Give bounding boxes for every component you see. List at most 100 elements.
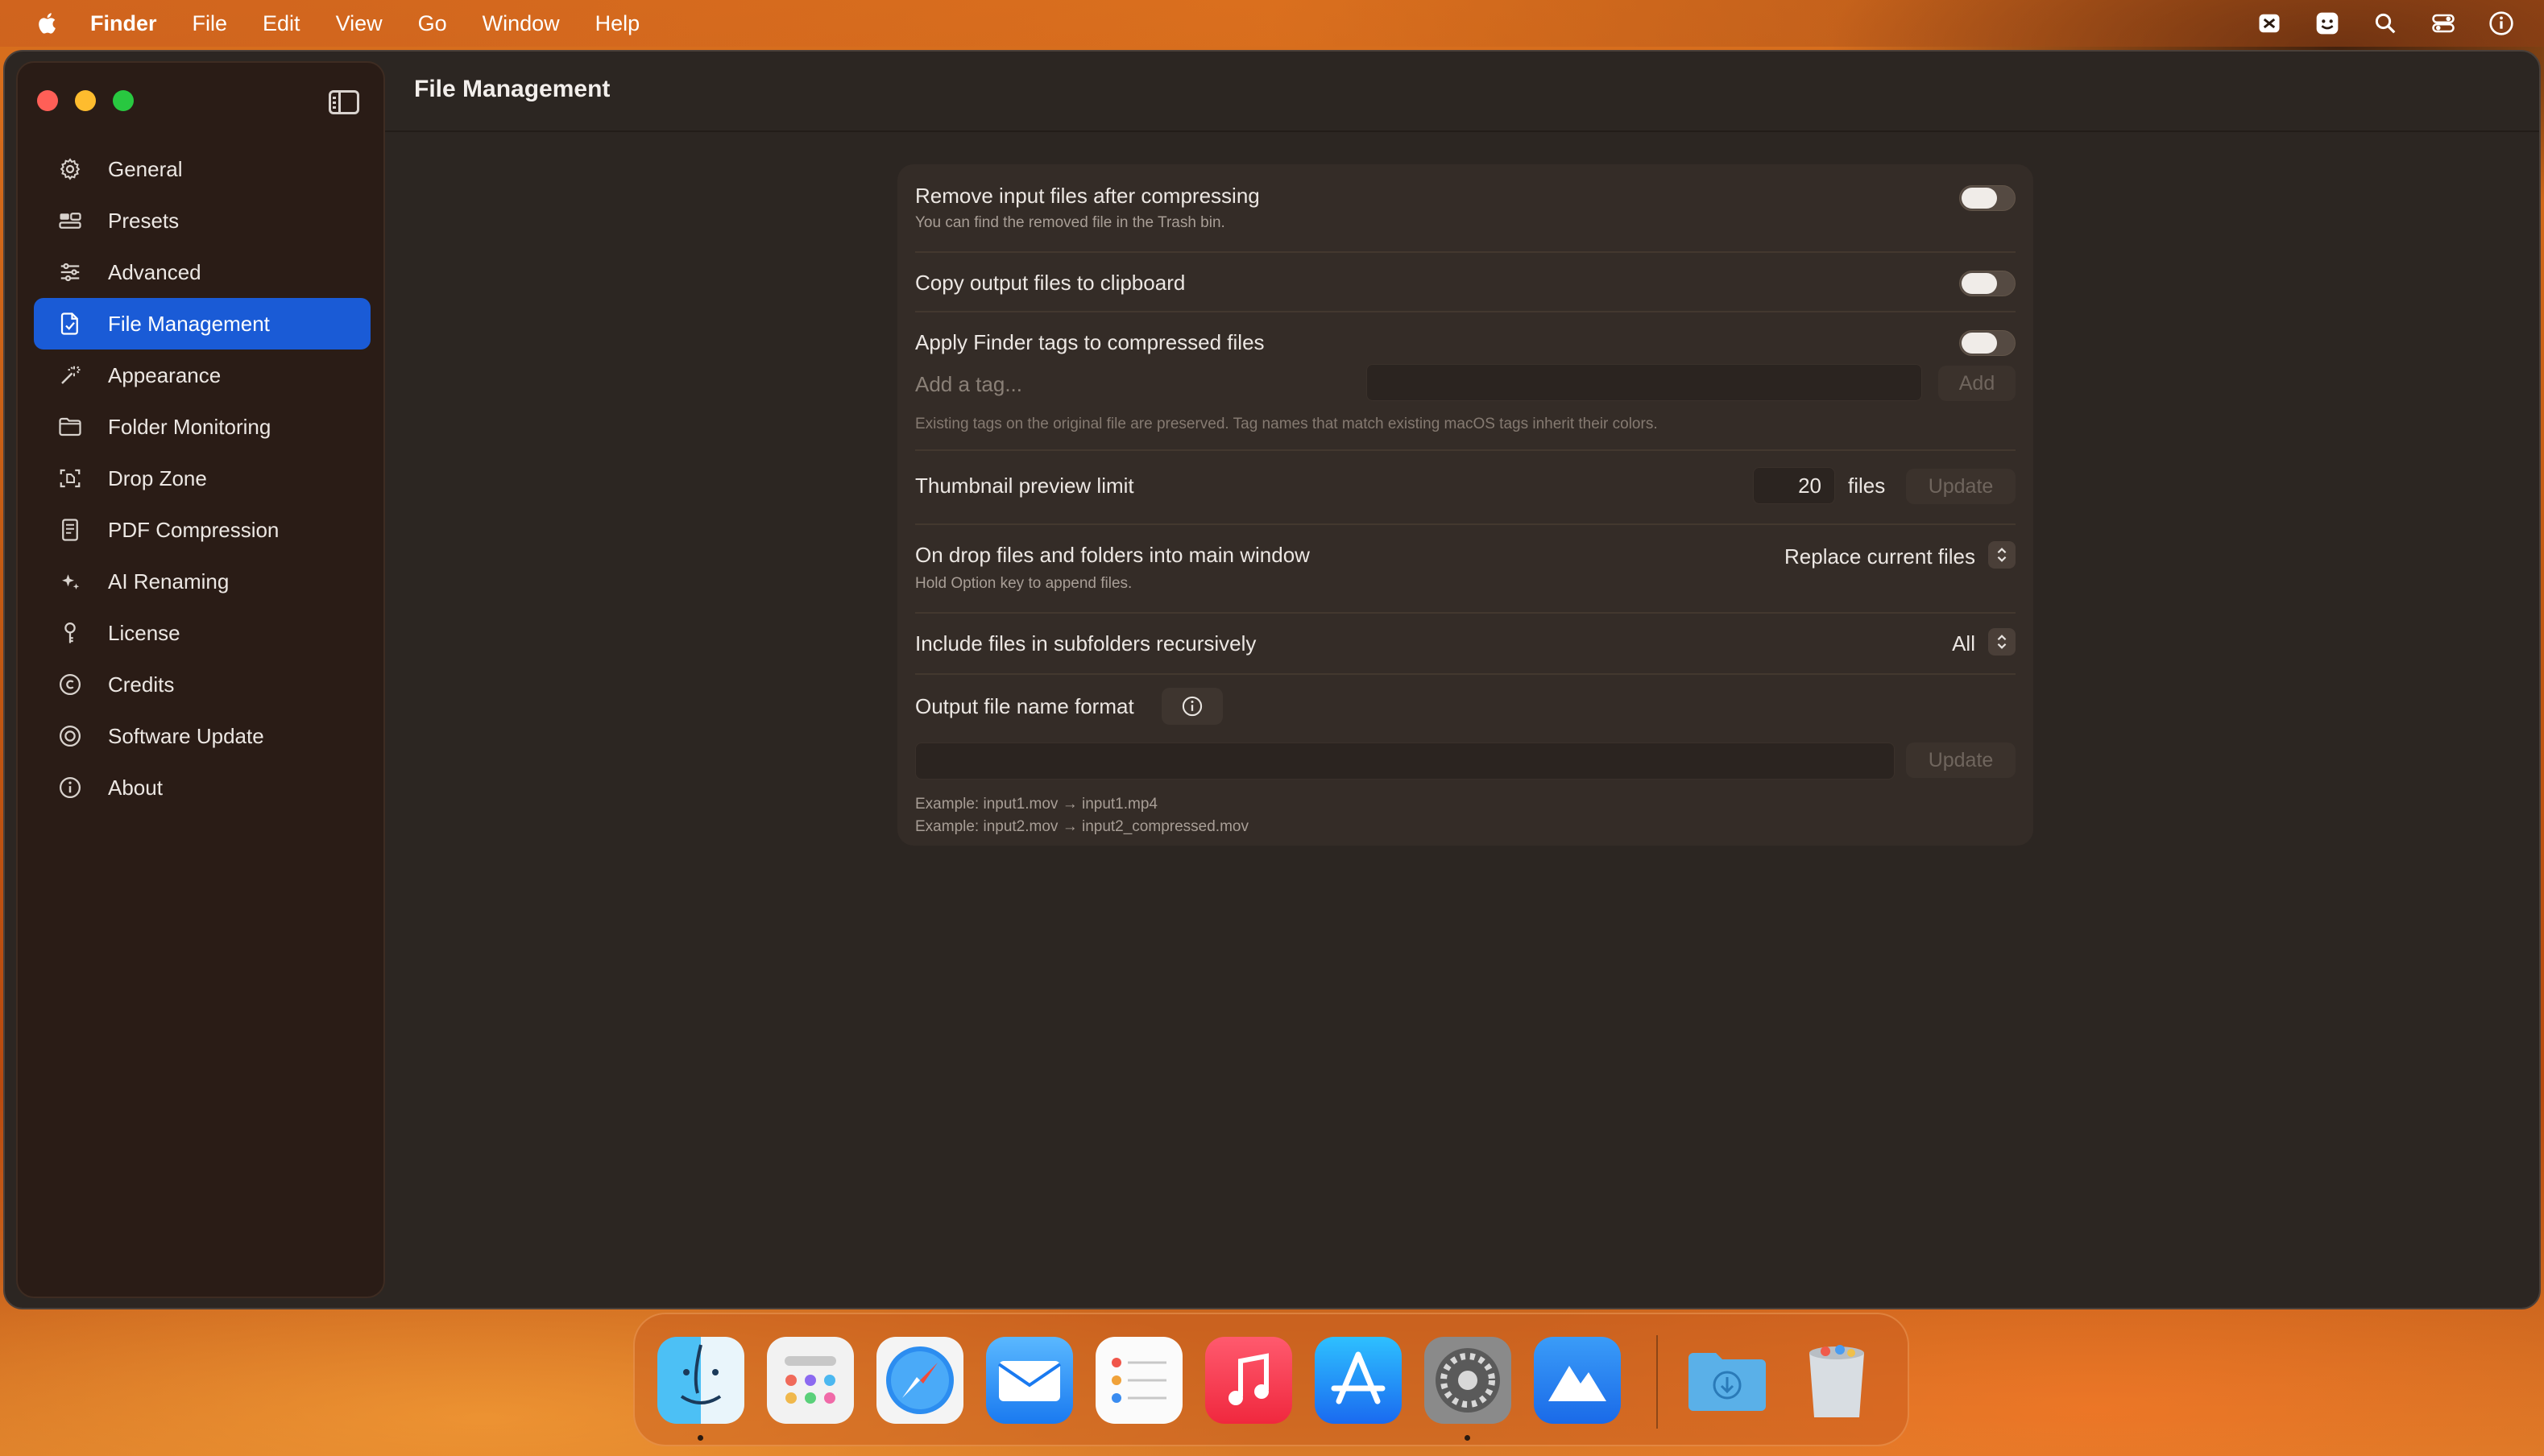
reminders-icon[interactable] <box>1096 1337 1183 1424</box>
page-title: File Management <box>414 76 611 102</box>
thumbnail-unit: files <box>1848 474 1886 498</box>
settings-window: General Presets Advanced File Management… <box>3 50 2541 1309</box>
chevron-up-down-icon[interactable] <box>1988 541 2016 569</box>
thumbnail-limit-input[interactable]: 20 <box>1753 467 1835 504</box>
sidebar-item-label: PDF Compression <box>108 517 280 542</box>
safari-icon[interactable] <box>876 1337 963 1424</box>
setting-thumbnail-limit: Thumbnail preview limit 20 files Update <box>915 464 2016 509</box>
running-indicator <box>698 1435 703 1441</box>
setting-on-drop: On drop files and folders into main wind… <box>915 540 2016 596</box>
status-app-icon[interactable] <box>2254 8 2285 39</box>
control-center-icon[interactable] <box>2428 8 2459 39</box>
downloads-folder-icon[interactable] <box>1684 1337 1771 1424</box>
setting-label: Copy output files to clipboard <box>915 271 1186 295</box>
sidebar-item-label: AI Renaming <box>108 569 230 594</box>
sidebar: General Presets Advanced File Management… <box>16 61 385 1298</box>
sidebar-item-label: License <box>108 620 180 645</box>
compressor-app-icon[interactable] <box>1534 1337 1621 1424</box>
gear-icon <box>56 155 84 183</box>
music-icon[interactable] <box>1205 1337 1292 1424</box>
sidebar-item-label: Credits <box>108 672 175 697</box>
add-tag-button[interactable]: Add <box>1938 366 2016 401</box>
apple-icon[interactable] <box>31 6 66 41</box>
system-settings-icon[interactable] <box>1424 1337 1511 1424</box>
sidebar-item-label: About <box>108 775 163 800</box>
tag-note: Existing tags on the original file are p… <box>915 416 1658 432</box>
sidebar-item-file-management[interactable]: File Management <box>34 298 371 350</box>
sidebar-item-folder-monitoring[interactable]: Folder Monitoring <box>34 401 371 453</box>
output-format-update-button[interactable]: Update <box>1906 742 2016 778</box>
setting-label: Include files in subfolders recursively <box>915 631 1257 656</box>
sidebar-item-advanced[interactable]: Advanced <box>34 246 371 298</box>
thumbnail-update-button[interactable]: Update <box>1906 469 2016 504</box>
app-store-icon[interactable] <box>1315 1337 1402 1424</box>
output-format-input[interactable] <box>915 742 1895 780</box>
setting-subfolders: Include files in subfolders recursively … <box>915 628 2016 660</box>
minimize-button[interactable] <box>75 90 96 111</box>
output-format-example-2: Example: input2.mov → input2_compressed.… <box>915 818 1249 835</box>
divider <box>915 523 2016 525</box>
magic-wand-icon <box>56 362 84 389</box>
sidebar-item-general[interactable]: General <box>34 143 371 195</box>
file-management-icon <box>56 310 84 337</box>
menu-app-name[interactable]: Finder <box>90 11 157 36</box>
sidebar-item-ai-renaming[interactable]: AI Renaming <box>34 556 371 607</box>
tag-input[interactable] <box>1366 364 1922 401</box>
menu-help[interactable]: Help <box>595 11 640 36</box>
running-indicator <box>1465 1435 1470 1441</box>
setting-label: Apply Finder tags to compressed files <box>915 330 1265 354</box>
menu-go[interactable]: Go <box>418 11 447 36</box>
trash-icon[interactable] <box>1793 1337 1880 1424</box>
sidebar-item-label: File Management <box>108 311 270 336</box>
sidebar-item-about[interactable]: About <box>34 762 371 813</box>
copy-clipboard-toggle[interactable] <box>1959 271 2016 296</box>
info-icon[interactable] <box>1162 688 1223 725</box>
zoom-button[interactable] <box>113 90 134 111</box>
divider <box>915 449 2016 451</box>
presets-icon <box>56 207 84 234</box>
menu-window[interactable]: Window <box>483 11 560 36</box>
sidebar-item-appearance[interactable]: Appearance <box>34 350 371 401</box>
setting-description: Hold Option key to append files. <box>915 575 1133 592</box>
setting-description: You can find the removed file in the Tra… <box>915 214 1225 231</box>
spotlight-search-icon[interactable] <box>2370 8 2401 39</box>
menu-file[interactable]: File <box>193 11 228 36</box>
sidebar-toggle-icon[interactable] <box>329 90 359 114</box>
finder-tags-toggle[interactable] <box>1959 330 2016 356</box>
setting-remove-input: Remove input files after compressing You… <box>915 180 2016 237</box>
setting-output-format: Output file name format Update Example: … <box>915 688 2016 835</box>
key-icon <box>56 619 84 647</box>
mail-icon[interactable] <box>986 1337 1073 1424</box>
launchpad-icon[interactable] <box>767 1337 854 1424</box>
close-button[interactable] <box>37 90 58 111</box>
sidebar-item-credits[interactable]: Credits <box>34 659 371 710</box>
dock <box>633 1313 1909 1446</box>
finder-icon[interactable] <box>657 1337 744 1424</box>
info-status-icon[interactable] <box>2486 8 2517 39</box>
sidebar-item-label: Appearance <box>108 362 222 387</box>
sidebar-item-pdf-compression[interactable]: PDF Compression <box>34 504 371 556</box>
window-controls <box>37 90 134 111</box>
on-drop-popup-value[interactable]: Replace current files <box>1784 544 1975 569</box>
copyright-icon <box>56 671 84 698</box>
subfolders-popup-value[interactable]: All <box>1952 631 1975 656</box>
divider <box>915 251 2016 253</box>
status-compressor-icon[interactable] <box>2312 8 2343 39</box>
sidebar-item-license[interactable]: License <box>34 607 371 659</box>
drop-zone-icon <box>56 465 84 492</box>
sliders-icon <box>56 259 84 286</box>
sidebar-item-presets[interactable]: Presets <box>34 195 371 246</box>
chevron-up-down-icon[interactable] <box>1988 628 2016 656</box>
sidebar-item-label: General <box>108 156 183 181</box>
tag-input-placeholder[interactable]: Add a tag... <box>915 372 1022 397</box>
divider <box>915 311 2016 312</box>
menu-edit[interactable]: Edit <box>263 11 300 36</box>
sidebar-item-label: Folder Monitoring <box>108 414 271 439</box>
sidebar-item-software-update[interactable]: Software Update <box>34 710 371 762</box>
menu-view[interactable]: View <box>336 11 383 36</box>
remove-input-toggle[interactable] <box>1959 185 2016 211</box>
sidebar-item-label: Software Update <box>108 723 264 748</box>
document-icon <box>56 516 84 544</box>
sidebar-item-drop-zone[interactable]: Drop Zone <box>34 453 371 504</box>
info-icon <box>56 774 84 801</box>
